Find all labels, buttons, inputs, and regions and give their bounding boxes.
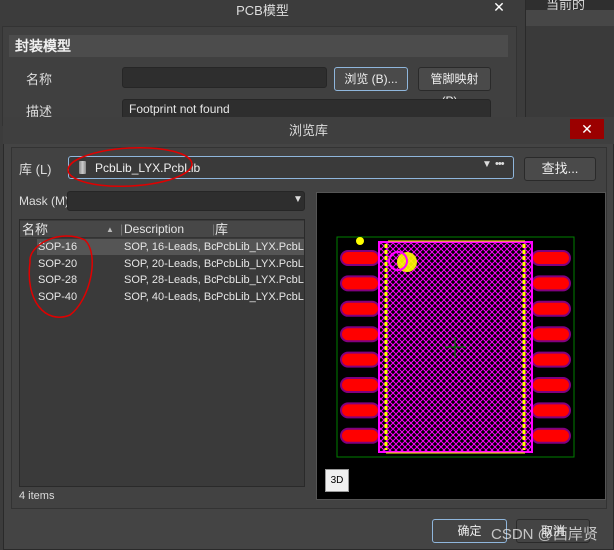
pin1-dot — [356, 237, 364, 245]
pad-right-8 — [531, 427, 571, 444]
annotation-circle-library — [67, 147, 193, 187]
pad-right-7 — [531, 402, 571, 419]
pad-left-8 — [340, 427, 380, 444]
pad-right-6 — [531, 377, 571, 393]
pad-right-4 — [531, 326, 571, 343]
pad-right-1 — [531, 250, 571, 266]
watermark: CSDN @西岸贤 — [491, 526, 598, 543]
footprint-drawing — [28, 147, 575, 458]
pad-right-2 — [531, 275, 571, 292]
pad-left-7 — [340, 402, 380, 419]
3d-view-button[interactable]: 3D — [325, 469, 349, 492]
pad-left-2 — [340, 275, 380, 292]
pad-left-4 — [340, 326, 380, 343]
pad-left-6 — [340, 377, 380, 393]
pad-right-3 — [531, 300, 571, 317]
pad-left-5 — [340, 351, 380, 368]
pad-left-3 — [340, 300, 380, 317]
pad-left-1 — [340, 250, 380, 266]
annotation-circle-list — [28, 235, 93, 318]
pad-right-5 — [531, 351, 571, 368]
